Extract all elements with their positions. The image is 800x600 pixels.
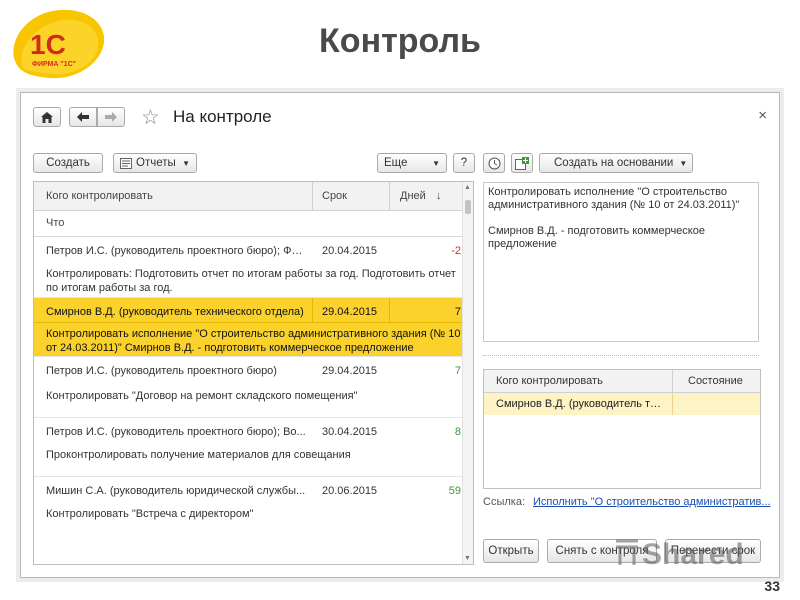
row-who: Петров И.С. (руководитель проектного бюр… bbox=[46, 365, 277, 377]
open-button-label: Открыть bbox=[488, 545, 534, 557]
slide-title: Контроль bbox=[319, 22, 481, 60]
row-description: Контролировать: Подготовить отчет по ито… bbox=[46, 268, 456, 294]
description-line: Смирнов В.Д. - подготовить коммерческое … bbox=[488, 225, 705, 250]
control-list[interactable]: Кого контролировать Срок Дней ↓ Что Петр… bbox=[33, 181, 474, 565]
description-line: Контролировать исполнение "О строительст… bbox=[488, 186, 740, 211]
column-header-days[interactable]: Дней bbox=[400, 190, 426, 202]
table-row[interactable]: Смирнов В.Д. (руководитель те... bbox=[484, 393, 760, 415]
favorite-star-icon[interactable]: ☆ bbox=[141, 105, 160, 130]
row-who: Смирнов В.Д. (руководитель те... bbox=[496, 398, 664, 410]
row-who: Мишин С.А. (руководитель юридической слу… bbox=[46, 485, 306, 497]
row-days: 59 bbox=[448, 485, 461, 497]
help-button[interactable]: ? bbox=[453, 153, 475, 173]
create-based-dropdown[interactable]: Создать на основании ▼ bbox=[539, 153, 693, 173]
home-icon bbox=[41, 111, 53, 123]
row-who: Петров И.С. (руководитель проектного бюр… bbox=[46, 245, 306, 257]
more-label: Еще bbox=[384, 157, 408, 169]
row-description: Контролировать исполнение "О строительст… bbox=[46, 328, 461, 354]
column-header-state[interactable]: Состояние bbox=[688, 375, 743, 387]
watermark: Shared bbox=[614, 538, 744, 572]
chevron-down-icon: ▼ bbox=[182, 158, 190, 168]
controllers-table-header: Кого контролировать Состояние bbox=[484, 370, 760, 393]
row-days: 7 bbox=[454, 306, 461, 318]
row-description: Контролировать "Встреча с директором" bbox=[46, 508, 254, 520]
row-date: 29.04.2015 bbox=[322, 365, 378, 377]
row-description: Контролировать "Договор на ремонт складс… bbox=[46, 390, 358, 402]
forward-button[interactable] bbox=[97, 107, 125, 127]
create-based-label: Создать на основании bbox=[554, 157, 674, 169]
logo-sub-text: ФИРМА "1С" bbox=[32, 61, 76, 68]
row-days: 8 bbox=[454, 426, 461, 438]
create-button[interactable]: Создать bbox=[33, 153, 103, 173]
clock-icon bbox=[488, 157, 500, 169]
add-subtask-button[interactable] bbox=[511, 153, 533, 173]
share-logo-icon bbox=[616, 539, 638, 565]
row-days: -2 bbox=[451, 245, 461, 257]
row-date: 20.06.2015 bbox=[322, 485, 378, 497]
controllers-table[interactable]: Кого контролировать Состояние Смирнов В.… bbox=[483, 369, 761, 489]
list-header: Кого контролировать Срок Дней ↓ bbox=[34, 182, 473, 211]
table-row[interactable]: Петров И.С. (руководитель проектного бюр… bbox=[34, 418, 473, 477]
task-description-field[interactable]: Контролировать исполнение "О строительст… bbox=[483, 182, 759, 342]
table-row[interactable]: Петров И.С. (руководитель проектного бюр… bbox=[34, 357, 473, 418]
column-header-who[interactable]: Кого контролировать bbox=[496, 375, 603, 387]
column-header-deadline[interactable]: Срок bbox=[322, 190, 347, 202]
arrow-right-icon bbox=[105, 112, 117, 122]
window-title: На контроле bbox=[173, 107, 272, 126]
scroll-down-icon[interactable]: ▼ bbox=[464, 555, 471, 562]
panel-divider bbox=[483, 355, 759, 356]
list-scrollbar[interactable]: ▲ ▼ bbox=[462, 182, 473, 564]
row-days: 7 bbox=[454, 365, 461, 377]
column-header-what: Что bbox=[46, 217, 65, 229]
close-icon[interactable]: × bbox=[758, 107, 767, 124]
open-button[interactable]: Открыть bbox=[483, 539, 539, 563]
home-button[interactable] bbox=[33, 107, 61, 127]
scroll-up-icon[interactable]: ▲ bbox=[464, 184, 471, 191]
scroll-thumb[interactable] bbox=[465, 200, 471, 214]
arrow-left-icon bbox=[77, 112, 89, 122]
chevron-down-icon: ▼ bbox=[679, 158, 688, 168]
reports-label: Отчеты bbox=[136, 157, 176, 169]
back-button[interactable] bbox=[69, 107, 97, 127]
list-subheader: Что bbox=[34, 211, 473, 237]
add-document-icon bbox=[515, 156, 529, 170]
link-label: Ссылка: bbox=[483, 496, 525, 508]
help-label: ? bbox=[460, 157, 468, 169]
row-who: Смирнов В.Д. (руководитель технического … bbox=[46, 306, 304, 318]
watermark-text: Shared bbox=[642, 538, 744, 571]
deadline-button[interactable] bbox=[483, 153, 505, 173]
row-date: 30.04.2015 bbox=[322, 426, 378, 438]
sort-arrow-icon: ↓ bbox=[436, 190, 442, 202]
link-row: Ссылка: Исполнить "О строительство админи… bbox=[483, 496, 771, 508]
row-date: 20.04.2015 bbox=[322, 245, 378, 257]
reports-icon bbox=[120, 157, 132, 169]
table-row[interactable]: Мишин С.А. (руководитель юридической слу… bbox=[34, 477, 473, 535]
column-header-who[interactable]: Кого контролировать bbox=[46, 190, 153, 202]
row-date: 29.04.2015 bbox=[322, 306, 378, 318]
row-description: Проконтролировать получение материалов д… bbox=[46, 449, 351, 461]
source-task-link[interactable]: Исполнить "О строительство административ… bbox=[533, 496, 771, 508]
create-button-label: Создать bbox=[46, 157, 90, 169]
app-window: ☆ На контроле × Создать Отчеты ▼ Еще ▼ ?… bbox=[20, 92, 780, 578]
page-number: 33 bbox=[764, 578, 780, 594]
more-dropdown[interactable]: Еще ▼ bbox=[377, 153, 447, 173]
table-row[interactable]: Петров И.С. (руководитель проектного бюр… bbox=[34, 237, 473, 298]
table-row-selected[interactable]: Смирнов В.Д. (руководитель технического … bbox=[34, 298, 473, 357]
row-who: Петров И.С. (руководитель проектного бюр… bbox=[46, 426, 306, 438]
chevron-down-icon: ▼ bbox=[432, 158, 440, 168]
reports-dropdown[interactable]: Отчеты ▼ bbox=[113, 153, 197, 173]
